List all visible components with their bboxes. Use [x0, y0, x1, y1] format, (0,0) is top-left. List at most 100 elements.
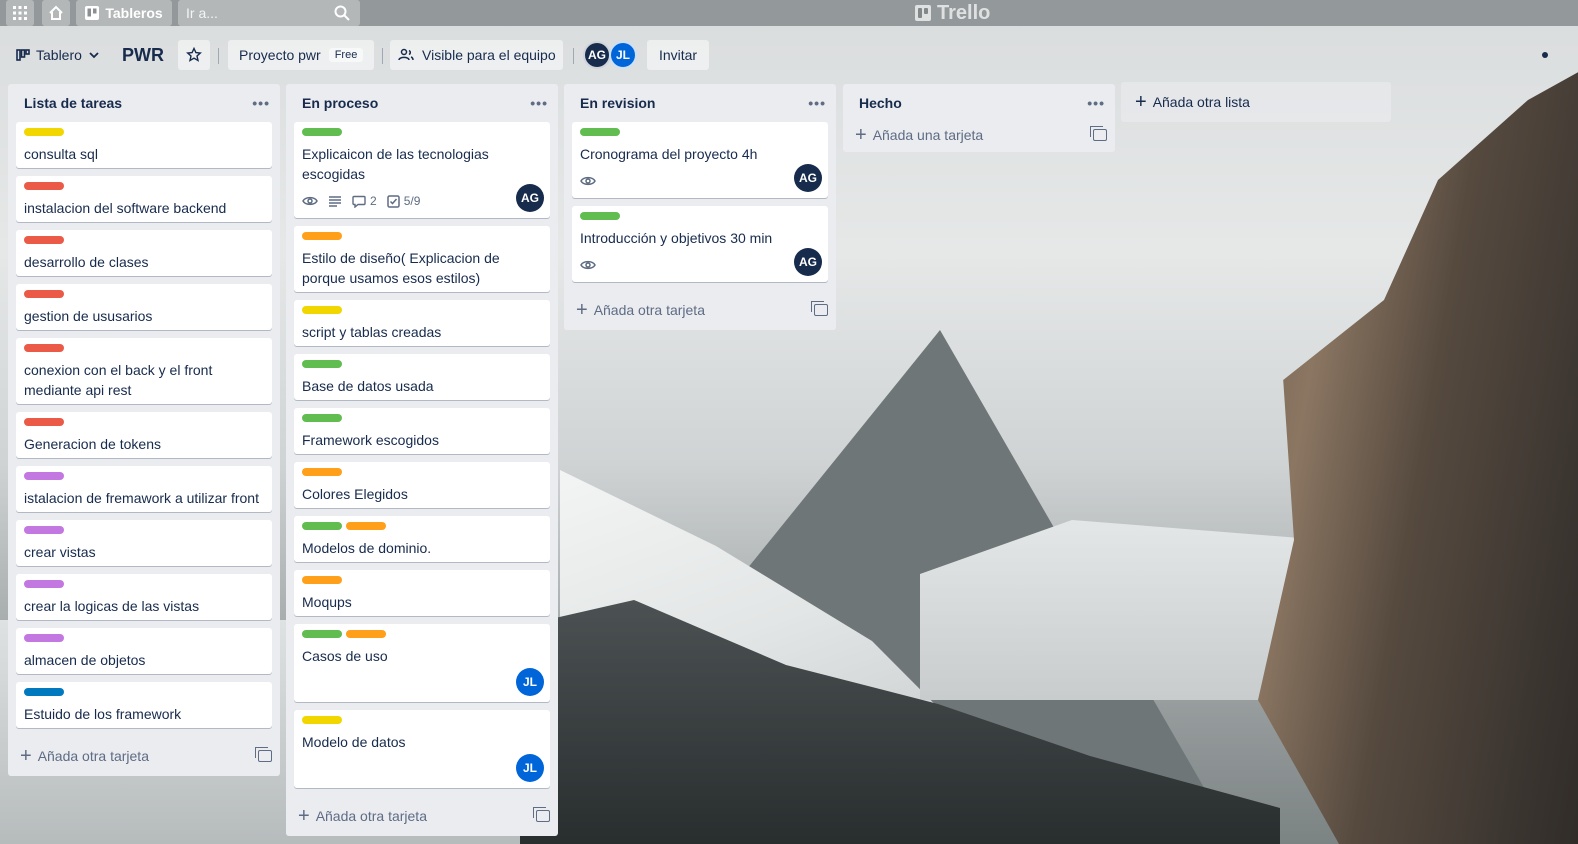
- label-red[interactable]: [24, 290, 64, 298]
- list-hecho: Hecho ••• + Añada una tarjeta: [843, 84, 1115, 152]
- trello-logo[interactable]: Trello: [915, 0, 990, 26]
- board-view-switcher[interactable]: Tablero: [8, 40, 106, 70]
- card[interactable]: istalacion de fremawork a utilizar front: [16, 466, 272, 512]
- label-yellow[interactable]: [302, 716, 342, 724]
- add-card-button[interactable]: + Añada una tarjeta: [855, 125, 983, 145]
- card-title: gestion de ususarios: [24, 308, 153, 324]
- home-button[interactable]: [42, 0, 70, 26]
- label-orange[interactable]: [302, 468, 342, 476]
- label-blue[interactable]: [24, 688, 64, 696]
- card[interactable]: consulta sql: [16, 122, 272, 168]
- label-green[interactable]: [302, 522, 342, 530]
- card[interactable]: instalacion del software backend: [16, 176, 272, 222]
- star-board-button[interactable]: [178, 40, 210, 70]
- avatar[interactable]: AG: [516, 184, 544, 212]
- list-menu-icon[interactable]: •••: [1087, 95, 1105, 111]
- card[interactable]: Explicaicon de las tecnologias escogidas…: [294, 122, 550, 218]
- card[interactable]: Introducción y objetivos 30 min AG: [572, 206, 828, 282]
- label-green[interactable]: [302, 414, 342, 422]
- label-green[interactable]: [580, 212, 620, 220]
- card[interactable]: Casos de uso JL: [294, 624, 550, 702]
- boards-button[interactable]: Tableros: [76, 0, 172, 26]
- card-labels: [302, 716, 542, 724]
- list-header[interactable]: En revision •••: [564, 84, 836, 122]
- card-template-icon[interactable]: [533, 807, 550, 822]
- avatar[interactable]: JL: [516, 754, 544, 782]
- list-menu-icon[interactable]: •••: [530, 95, 548, 111]
- list-header[interactable]: En proceso •••: [286, 84, 558, 122]
- card[interactable]: Modelo de datos JL: [294, 710, 550, 788]
- card[interactable]: Moqups: [294, 570, 550, 616]
- avatar[interactable]: AG: [583, 41, 611, 69]
- show-menu-button[interactable]: [1538, 40, 1578, 70]
- label-green[interactable]: [302, 128, 342, 136]
- card[interactable]: Modelos de dominio.: [294, 516, 550, 562]
- label-yellow[interactable]: [302, 306, 342, 314]
- card-labels: [24, 128, 264, 136]
- card[interactable]: almacen de objetos: [16, 628, 272, 674]
- label-purple[interactable]: [24, 580, 64, 588]
- label-red[interactable]: [24, 344, 64, 352]
- board-title[interactable]: PWR: [114, 40, 170, 70]
- apps-button[interactable]: [6, 0, 34, 26]
- avatar[interactable]: AG: [794, 248, 822, 276]
- add-card-button[interactable]: + Añada otra tarjeta: [576, 300, 705, 320]
- list-title[interactable]: En proceso: [302, 95, 378, 111]
- avatar[interactable]: AG: [794, 164, 822, 192]
- card[interactable]: desarrollo de clases: [16, 230, 272, 276]
- label-red[interactable]: [24, 418, 64, 426]
- visibility-button[interactable]: Visible para el equipo: [390, 40, 563, 70]
- label-green[interactable]: [302, 630, 342, 638]
- list-footer: + Añada otra tarjeta: [8, 736, 280, 776]
- list-title[interactable]: Lista de tareas: [24, 95, 122, 111]
- card[interactable]: Estuido de los framework: [16, 682, 272, 728]
- label-purple[interactable]: [24, 526, 64, 534]
- card-labels: [24, 290, 264, 298]
- card[interactable]: Base de datos usada: [294, 354, 550, 400]
- board-view-label: Tablero: [36, 47, 82, 63]
- add-list-button[interactable]: + Añada otra lista: [1121, 82, 1391, 122]
- label-green[interactable]: [580, 128, 620, 136]
- card[interactable]: Generacion de tokens: [16, 412, 272, 458]
- list-header[interactable]: Hecho •••: [843, 84, 1115, 122]
- card[interactable]: gestion de ususarios: [16, 284, 272, 330]
- invite-button[interactable]: Invitar: [647, 40, 709, 70]
- add-card-button[interactable]: + Añada otra tarjeta: [298, 806, 427, 826]
- avatar[interactable]: JL: [516, 668, 544, 696]
- header-divider: [573, 48, 574, 64]
- card[interactable]: Cronograma del proyecto 4h AG: [572, 122, 828, 198]
- checklist-badge: 5/9: [386, 194, 420, 208]
- label-red[interactable]: [24, 182, 64, 190]
- label-purple[interactable]: [24, 634, 64, 642]
- card[interactable]: script y tablas creadas: [294, 300, 550, 346]
- label-orange[interactable]: [302, 232, 342, 240]
- list-title[interactable]: Hecho: [859, 95, 902, 111]
- list-header[interactable]: Lista de tareas •••: [8, 84, 280, 122]
- boards-icon: [85, 6, 100, 20]
- list-menu-icon[interactable]: •••: [252, 95, 270, 111]
- search-input[interactable]: Ir a...: [178, 0, 360, 26]
- eye-icon: [580, 176, 596, 186]
- avatar[interactable]: JL: [609, 41, 637, 69]
- card-template-icon[interactable]: [811, 301, 828, 316]
- card-template-icon[interactable]: [255, 747, 272, 762]
- label-orange[interactable]: [346, 630, 386, 638]
- workspace-button[interactable]: Proyecto pwr Free: [228, 40, 374, 70]
- label-green[interactable]: [302, 360, 342, 368]
- card[interactable]: Estilo de diseño( Explicacion de porque …: [294, 226, 550, 292]
- card[interactable]: Framework escogidos: [294, 408, 550, 454]
- card-labels: [24, 472, 264, 480]
- add-card-button[interactable]: + Añada otra tarjeta: [20, 746, 149, 766]
- card[interactable]: Colores Elegidos: [294, 462, 550, 508]
- label-purple[interactable]: [24, 472, 64, 480]
- card-template-icon[interactable]: [1090, 126, 1107, 141]
- list-menu-icon[interactable]: •••: [808, 95, 826, 111]
- label-orange[interactable]: [346, 522, 386, 530]
- card[interactable]: crear vistas: [16, 520, 272, 566]
- card[interactable]: crear la logicas de las vistas: [16, 574, 272, 620]
- label-orange[interactable]: [302, 576, 342, 584]
- card[interactable]: conexion con el back y el front mediante…: [16, 338, 272, 404]
- list-title[interactable]: En revision: [580, 95, 655, 111]
- label-red[interactable]: [24, 236, 64, 244]
- label-yellow[interactable]: [24, 128, 64, 136]
